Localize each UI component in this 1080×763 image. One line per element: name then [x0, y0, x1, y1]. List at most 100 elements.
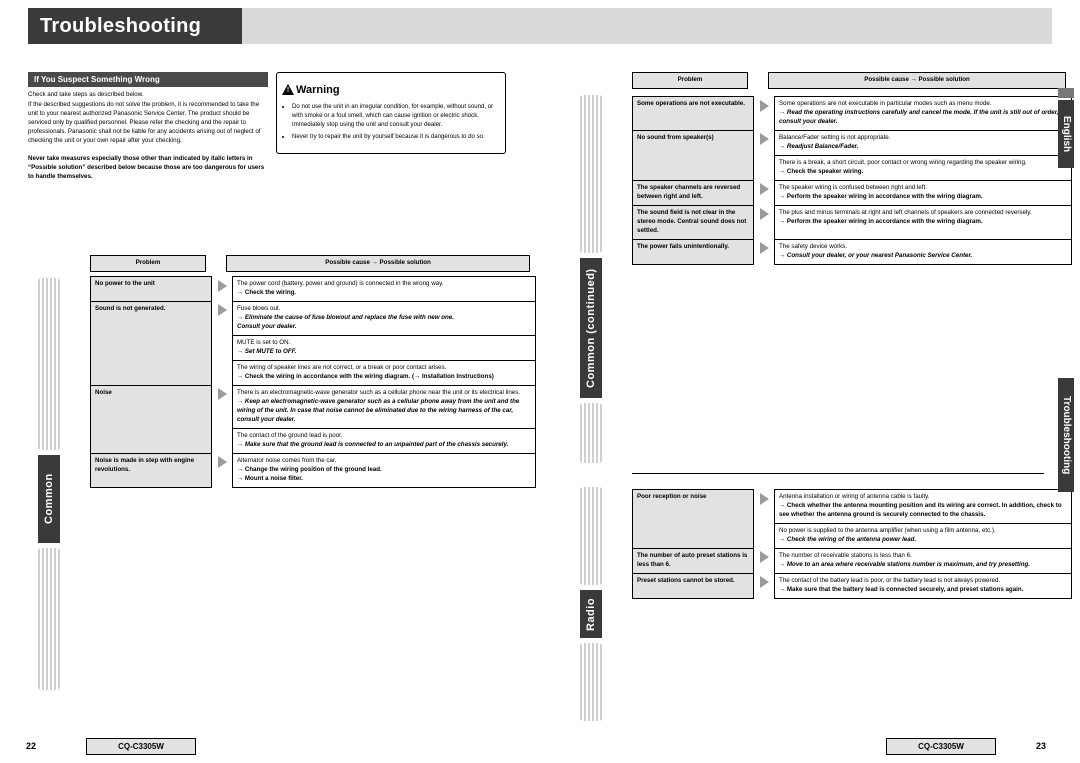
solution-text: → Readjust Balance/Fader.	[779, 142, 859, 150]
left-table-header: Problem Possible cause → Possible soluti…	[90, 255, 530, 272]
solution-cell: Fuse blows out. → Eliminate the cause of …	[232, 300, 536, 336]
right-radio-table: Poor reception or noise Antenna installat…	[632, 489, 1072, 599]
solution-text: → Check the wiring.	[237, 288, 297, 296]
solution-cell: There is an electromagnetic-wave generat…	[232, 384, 536, 429]
solution-text: → Perform the speaker wiring in accordan…	[779, 217, 983, 225]
right-common-table: Some operations are not executable. Some …	[632, 96, 1072, 265]
solution-text: → Eliminate the cause of fuse blowout an…	[237, 313, 454, 321]
table-row: Some operations are not executable. Some …	[632, 96, 1072, 131]
problem-cell: Sound is not generated.	[90, 300, 212, 386]
side-tab-english: English	[1058, 100, 1074, 168]
solution-text: → Make sure that the ground lead is conn…	[237, 440, 509, 448]
tab-stripes-radio-top	[580, 487, 602, 585]
left-troubleshooting-table: No power to the unit The power cord (batt…	[90, 276, 536, 488]
solution-cell: Balance/Fader setting is not appropriate…	[774, 129, 1072, 156]
left-page-number: 22	[26, 741, 37, 751]
arrow-icon	[754, 490, 775, 549]
solution-cell: The power cord (battery, power and groun…	[232, 276, 536, 302]
solution-cell: The number of receivable stations is les…	[774, 547, 1072, 574]
solution-text: → Check the speaker wiring.	[779, 167, 864, 175]
tab-stripes-radio-bottom	[580, 643, 602, 721]
page-title: Troubleshooting	[40, 15, 202, 37]
warning-paragraph: Never take measures especially those oth…	[28, 155, 265, 180]
problem-cell: Noise	[90, 384, 212, 454]
cause-text: No power is supplied to the antenna ampl…	[779, 526, 996, 534]
cause-text: The power cord (battery, power and groun…	[237, 280, 444, 287]
solution-text: → Perform the speaker wiring in accordan…	[779, 192, 983, 200]
table-row: Poor reception or noise Antenna installat…	[632, 489, 1072, 549]
table-row: Noise is made in step with engine revolu…	[90, 452, 536, 488]
arrow-icon	[754, 180, 775, 205]
warning-item: Do not use the unit in an irregular cond…	[292, 102, 496, 129]
solution-text-2: → Mount a noise filter.	[237, 474, 304, 482]
cause-text: The plus and minus terminals at right an…	[779, 208, 1032, 216]
solution-cell: The contact of the ground lead is poor. →…	[232, 427, 536, 454]
problem-cell: The power fails unintentionally.	[632, 238, 754, 265]
cause-text: The number of receivable stations is les…	[779, 551, 912, 559]
problem-cell: Noise is made in step with engine revolu…	[90, 452, 212, 488]
right-model-badge: CQ-C3305W	[886, 738, 996, 755]
right-table-header: Problem Possible cause → Possible soluti…	[632, 72, 1066, 89]
warning-body: Do not use the unit in an irregular cond…	[284, 102, 496, 145]
solution-cell: The wiring of speaker lines are not corr…	[232, 359, 536, 386]
page: Troubleshooting If You Suspect Something…	[0, 0, 1080, 763]
warning-title: Warning	[296, 84, 340, 96]
solution-cell: There is a break, a short circuit, poor …	[774, 154, 1072, 181]
solution-text: → Make sure that the battery lead is con…	[779, 585, 1024, 593]
problem-cell: The speaker channels are reversed betwee…	[632, 179, 754, 206]
cause-text: There is a break, a short circuit, poor …	[779, 158, 1027, 166]
col-header-solution: Possible cause → Possible solution	[768, 72, 1066, 89]
tab-stripes-common-bottom	[580, 403, 602, 463]
cause-text: Balance/Fader setting is not appropriate…	[779, 133, 891, 141]
problem-cell: Poor reception or noise	[632, 489, 754, 549]
arrow-icon	[754, 573, 775, 598]
right-page-number: 23	[1036, 741, 1047, 751]
tab-common-continued: Common (continued)	[580, 258, 602, 398]
cause-text: The safety device works.	[779, 242, 848, 250]
solution-text: → Change the wiring position of the grou…	[237, 465, 382, 473]
table-row: The sound field is not clear in the ster…	[632, 204, 1072, 240]
problem-cell: Some operations are not executable.	[632, 96, 754, 131]
solution-text: → Read the operating instructions carefu…	[779, 108, 1059, 125]
solution-text: → Keep an electromagnetic-wave generator…	[237, 397, 520, 423]
cause-text: Alternator noise comes from the car.	[237, 456, 337, 464]
solution-text: → Move to an area where receivable stati…	[779, 560, 1031, 568]
solution-cell: No power is supplied to the antenna ampl…	[774, 522, 1072, 549]
col-header-problem: Problem	[90, 255, 206, 272]
table-row: No power to the unit The power cord (batt…	[90, 276, 536, 302]
warning-item: Never try to repair the unit by yourself…	[292, 132, 496, 141]
section-heading: If You Suspect Something Wrong	[28, 72, 268, 87]
problem-cell: The number of auto preset stations is le…	[632, 547, 754, 574]
solution-cell: MUTE is set to ON. → Set MUTE to OFF.	[232, 334, 536, 361]
solution-cell: The contact of the battery lead is poor,…	[774, 572, 1072, 599]
intro-text: Check and take steps as described below.	[28, 91, 144, 98]
cause-text: There is an electromagnetic-wave generat…	[237, 388, 521, 396]
cause-text: The contact of the battery lead is poor,…	[779, 576, 1001, 584]
solution-cell: The safety device works. → Consult your d…	[774, 238, 1072, 265]
intro-paragraph: If the described suggestions do not solv…	[28, 101, 261, 144]
cause-text: The wiring of speaker lines are not corr…	[237, 363, 447, 371]
arrow-icon	[212, 277, 233, 302]
problem-cell: Preset stations cannot be stored.	[632, 572, 754, 599]
table-row: No sound from speaker(s) Balance/Fader se…	[632, 129, 1072, 181]
cause-text: The speaker wiring is confused between r…	[779, 183, 927, 191]
solution-text: → Set MUTE to OFF.	[237, 347, 297, 355]
cause-text: The contact of the ground lead is poor.	[237, 431, 343, 439]
solution-cell: Alternator noise comes from the car. → Ch…	[232, 452, 536, 488]
arrow-icon	[754, 205, 775, 239]
cause-text: Fuse blows out.	[237, 304, 281, 312]
problem-cell: No sound from speaker(s)	[632, 129, 754, 181]
solution-cell: Antenna installation or wiring of antenn…	[774, 489, 1072, 524]
table-row: Preset stations cannot be stored. The con…	[632, 572, 1072, 599]
solution-text: → Check whether the antenna mounting pos…	[779, 501, 1062, 518]
side-bar-marker	[1058, 88, 1074, 98]
table-row: The number of auto preset stations is le…	[632, 547, 1072, 574]
tab-stripes-top	[38, 278, 60, 450]
cause-text: Antenna installation or wiring of antenn…	[779, 493, 930, 500]
arrow-icon	[754, 548, 775, 573]
problem-cell: The sound field is not clear in the ster…	[632, 204, 754, 240]
table-row: Sound is not generated. Fuse blows out. → …	[90, 300, 536, 386]
solution-cell: Some operations are not executable in pa…	[774, 96, 1072, 131]
tab-common: Common	[38, 455, 60, 543]
solution-cell: The plus and minus terminals at right an…	[774, 204, 1072, 240]
